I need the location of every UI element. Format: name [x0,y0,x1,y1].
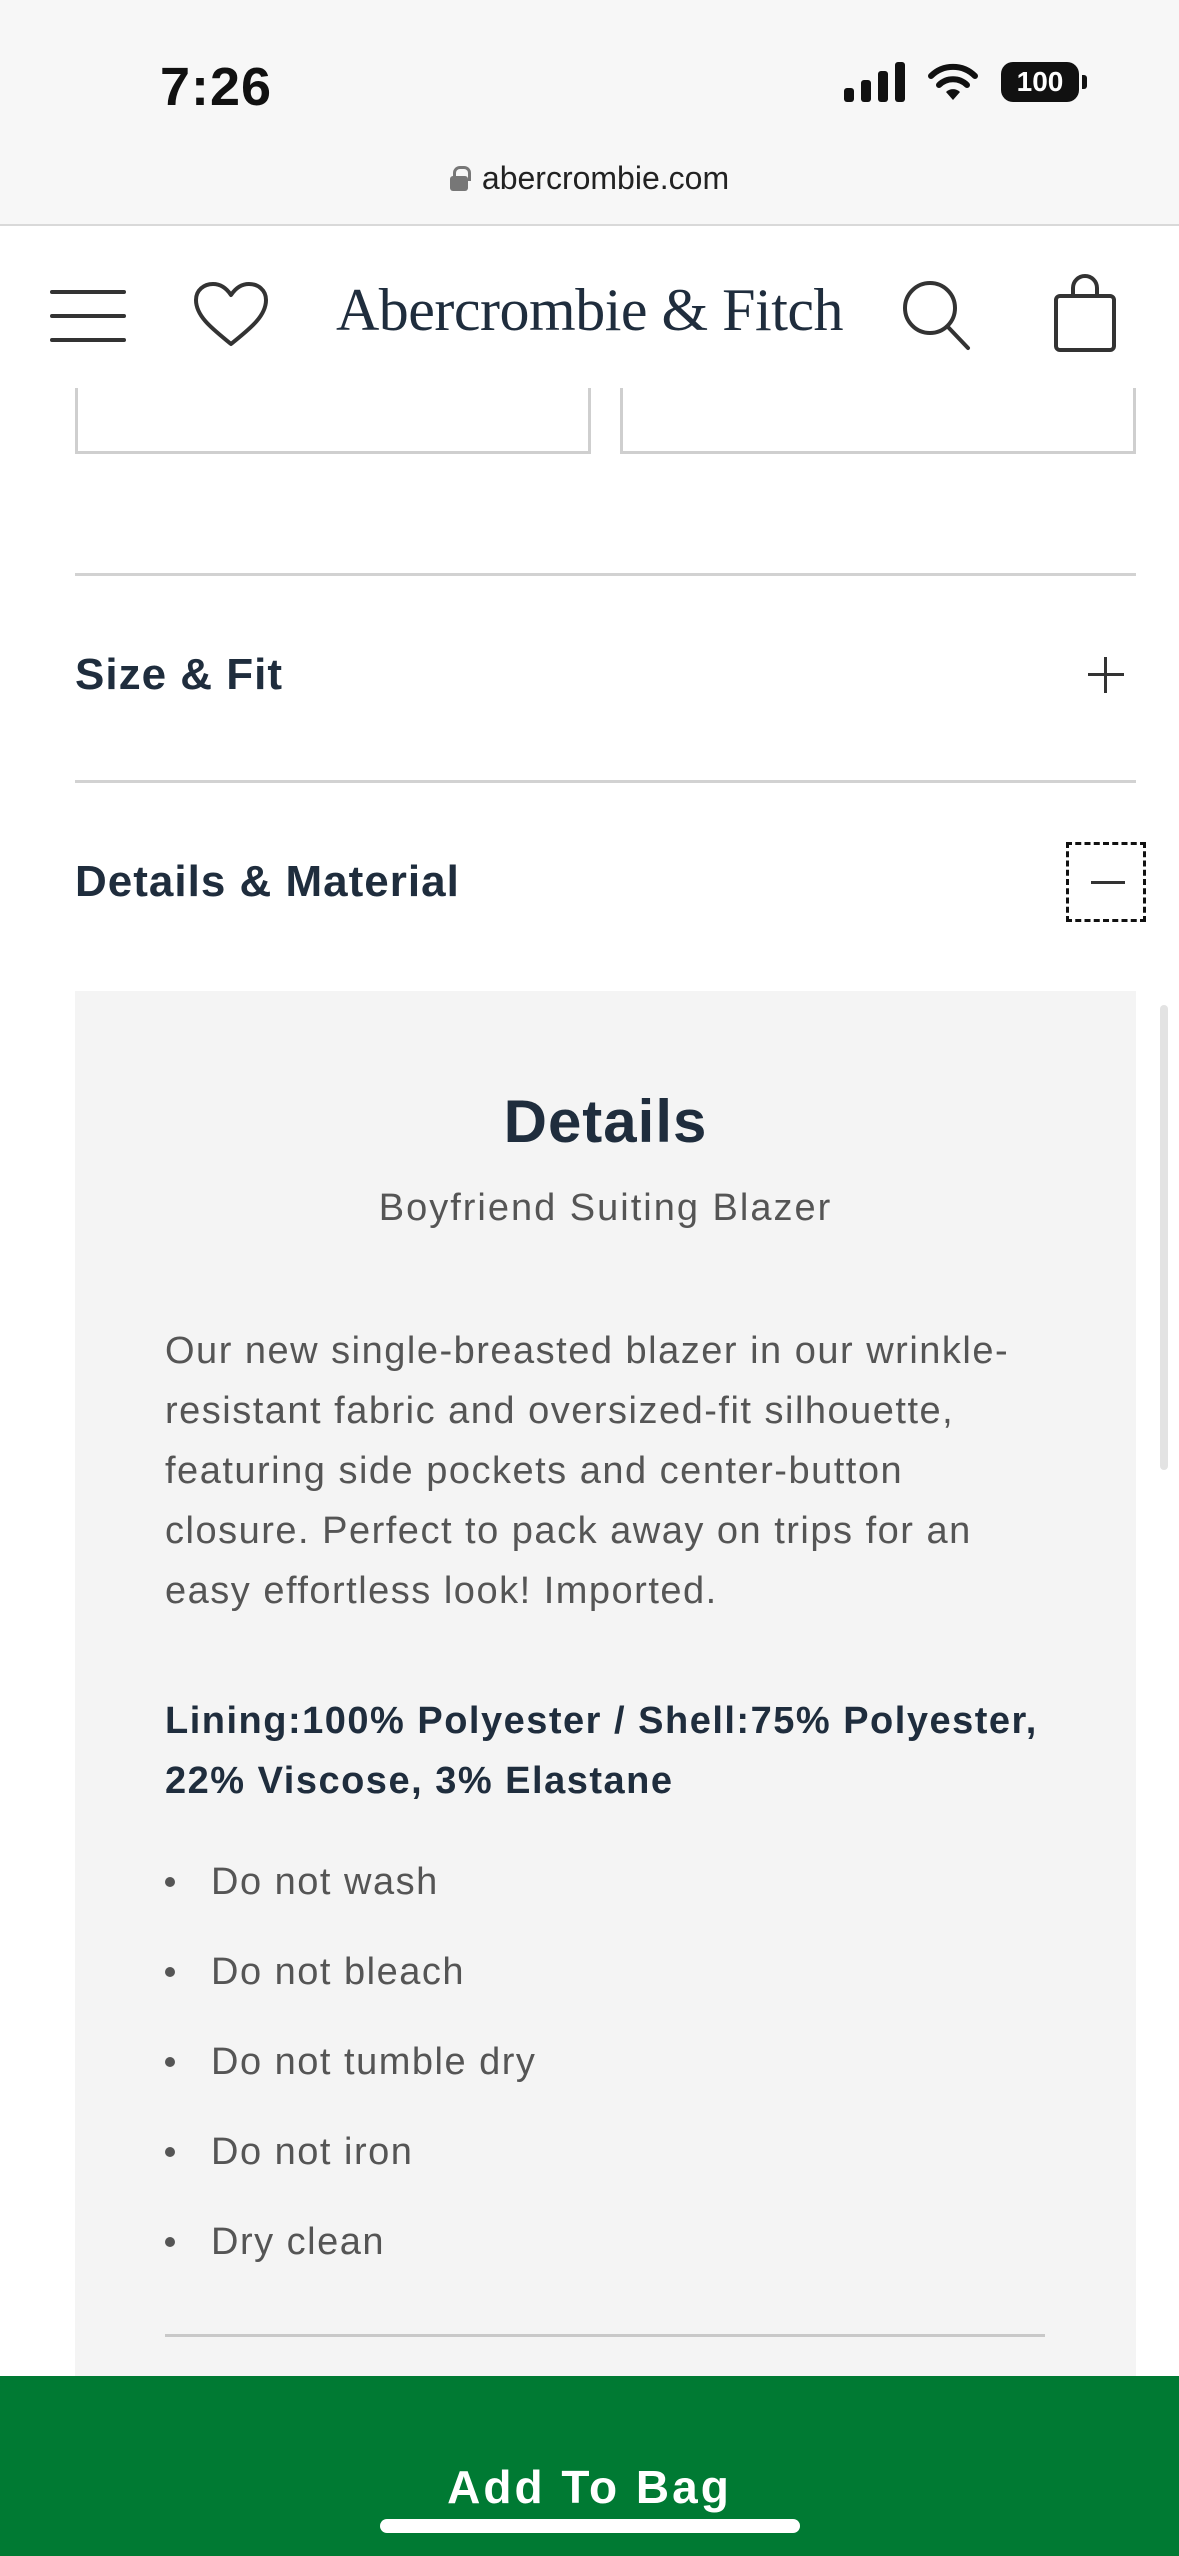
list-item: Do not iron [165,2107,536,2197]
bullet-icon [165,2057,175,2067]
list-item: Do not tumble dry [165,2017,536,2107]
brand-logo[interactable]: Abercrombie & Fitch [0,276,1179,345]
care-instruction: Dry clean [211,2220,385,2263]
list-item: Do not bleach [165,1927,536,2017]
care-instruction: Do not iron [211,2130,414,2173]
divider [165,2334,1045,2337]
scrollbar[interactable] [1160,1005,1168,1470]
shopping-bag-icon[interactable] [1052,274,1118,359]
size-option[interactable] [620,388,1136,454]
home-indicator [380,2519,800,2533]
battery-icon: 100 [1001,62,1087,102]
size-option-boxes [75,388,1136,454]
care-instructions-list: Do not wash Do not bleach Do not tumble … [165,1837,536,2287]
details-panel: Details Boyfriend Suiting Blazer Our new… [75,991,1136,2391]
status-icons: 100 [844,62,1087,102]
lock-icon [449,165,471,192]
cellular-signal-icon [844,62,905,102]
bullet-icon [165,2237,175,2247]
accordion-title: Details & Material [75,857,460,906]
list-item: Dry clean [165,2197,536,2287]
bullet-icon [165,1877,175,1887]
site-header: Abercrombie & Fitch [0,228,1179,388]
details-heading: Details [503,1088,708,1155]
care-instruction: Do not bleach [211,1950,465,1993]
plus-icon[interactable] [1066,635,1146,715]
care-instruction: Do not wash [211,1860,439,1903]
care-instruction: Do not tumble dry [211,2040,537,2083]
minus-icon[interactable] [1066,842,1146,922]
battery-level: 100 [1016,66,1064,97]
material-line: Lining:100% Polyester / Shell:75% Polyes… [165,1700,1038,1742]
product-description: Our new single-breasted blazer in our wr… [165,1330,1010,1612]
material-composition: Lining:100% Polyester / Shell:75% Polyes… [165,1691,1065,1811]
accordion-size-fit[interactable]: Size & Fit [75,615,1136,735]
list-item: Do not wash [165,1837,536,1927]
divider [75,780,1136,783]
accordion-title: Size & Fit [75,650,284,699]
bullet-icon [165,2147,175,2157]
size-option[interactable] [75,388,591,454]
divider [75,573,1136,576]
search-icon[interactable] [900,278,972,357]
status-time: 7:26 [160,57,273,117]
bullet-icon [165,1967,175,1977]
wifi-icon [927,62,979,102]
material-line: 22% Viscose, 3% Elastane [165,1760,674,1802]
url-bar[interactable]: abercrombie.com [0,160,1179,197]
page: 7:26 100 abercrombie.com Abercrombie & F… [0,0,1179,2556]
product-name: Boyfriend Suiting Blazer [378,1187,833,1229]
url-text: abercrombie.com [481,160,730,196]
browser-chrome: 7:26 100 abercrombie.com [0,0,1179,226]
accordion-details-material[interactable]: Details & Material [75,822,1146,942]
